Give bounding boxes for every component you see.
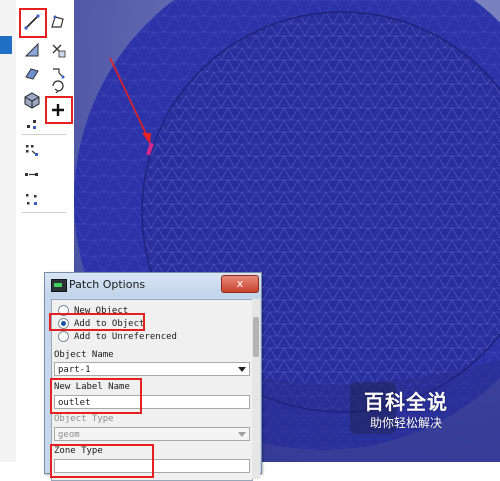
watermark: 百科全说 助你轻松解决 [350,380,462,438]
new-label-name-highlight [50,378,142,414]
chevron-down-icon [238,367,246,372]
selected-edge-marker [146,142,154,156]
chevron-down-icon [238,432,246,437]
app-icon [51,279,67,292]
add-to-object-highlight [49,313,145,331]
patch-options-dialog: Patch Options x New Object Add to Object… [44,272,262,481]
dialog-titlebar[interactable]: Patch Options x [45,273,261,297]
object-name-value: part-1 [58,365,91,375]
close-button[interactable]: x [221,275,259,293]
radio-button[interactable] [58,331,69,342]
scrollbar-thumb[interactable] [253,317,259,357]
object-type-label: Object Type [54,414,114,424]
zone-type-highlight [50,444,154,478]
radio-add-to-unreferenced[interactable]: Add to Unreferenced [58,330,177,343]
watermark-subtitle: 助你轻松解决 [370,416,443,430]
object-name-label: Object Name [54,350,114,360]
object-type-dropdown: geom [54,427,250,441]
object-type-value: geom [58,430,80,440]
watermark-title: 百科全说 [364,390,448,414]
radio-label: Add to Unreferenced [74,331,177,342]
dialog-title: Patch Options [69,278,146,291]
object-name-dropdown[interactable]: part-1 [54,362,250,376]
